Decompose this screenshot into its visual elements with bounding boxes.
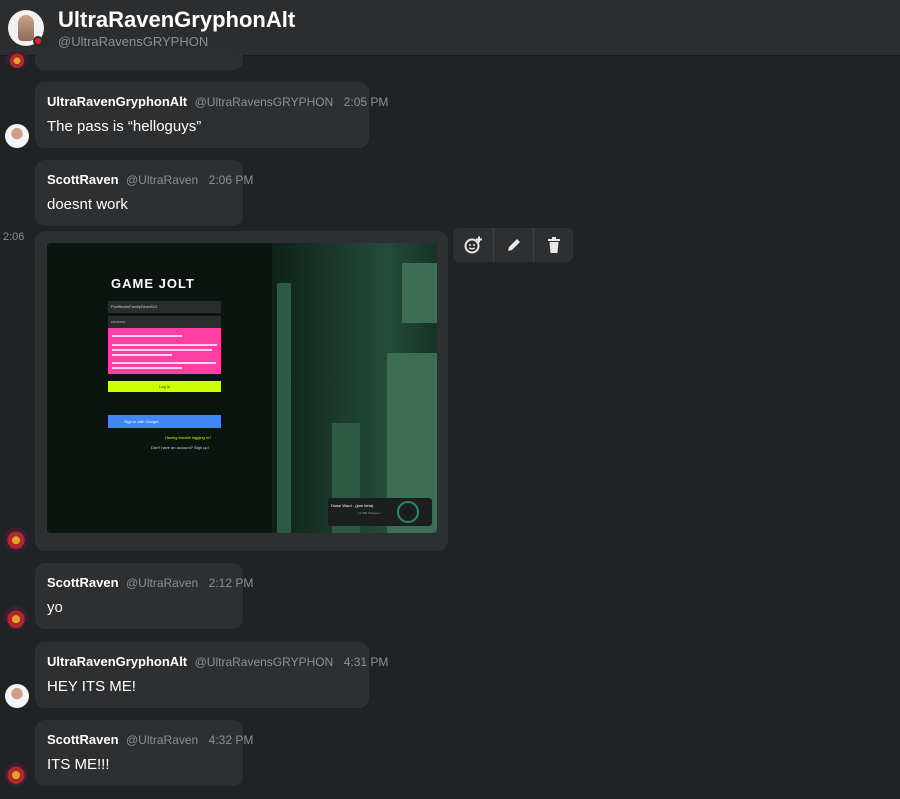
add-reaction-icon xyxy=(464,236,482,254)
message-text: doesnt work xyxy=(47,196,128,213)
avatar[interactable] xyxy=(5,124,29,148)
trash-icon xyxy=(547,237,560,253)
message-handle: @UltraRaven xyxy=(125,173,199,187)
message-time: 4:31 PM xyxy=(343,655,389,669)
avatar[interactable] xyxy=(5,684,29,708)
game-jolt-logo: GAME JOLT xyxy=(111,276,195,291)
message-handle: @UltraRavensGRYPHON xyxy=(194,95,334,109)
message-handle: @UltraRavensGRYPHON xyxy=(194,655,334,669)
login-error-box xyxy=(108,328,221,374)
password-field: •••••••••• xyxy=(108,316,221,328)
avatar[interactable] xyxy=(5,52,29,68)
message-time: 2:12 PM xyxy=(208,576,254,590)
message-actions-toolbar xyxy=(453,228,573,262)
message-text: ITS ME!!! xyxy=(47,756,110,773)
message-hover-time: 2:06 xyxy=(3,231,25,243)
message-text: yo xyxy=(47,599,63,616)
message-bubble: UltraRavenGryphonAlt @UltraRavensGRYPHON… xyxy=(35,82,388,148)
username-field: FiveBearsFamilyDiner823 xyxy=(108,301,221,313)
status-indicator xyxy=(33,36,43,46)
message-handle: @UltraRaven xyxy=(125,576,199,590)
message-author[interactable]: ScottRaven xyxy=(47,172,119,187)
game-badge: Down Ward - (jam beta) 12,965 followers xyxy=(328,498,432,526)
game-badge-followers: 12,965 followers xyxy=(358,511,380,515)
add-reaction-button[interactable] xyxy=(453,228,493,262)
message-bubble: UltraRavenGryphonAlt @UltraRavensGRYPHON… xyxy=(35,642,388,708)
header-handle: @UltraRavensGRYPHON xyxy=(58,34,209,49)
header-username[interactable]: UltraRavenGryphonAlt xyxy=(58,7,295,33)
message-author[interactable]: ScottRaven xyxy=(47,575,119,590)
message-text: HEY ITS ME! xyxy=(47,678,136,695)
message-text: The pass is “helloguys” xyxy=(47,118,202,135)
trouble-link: Having trouble logging in? xyxy=(165,435,212,440)
message-bubble: ScottRaven @UltraRaven 4:32 PM ITS ME!!! xyxy=(35,720,253,786)
message-bubble: ScottRaven @UltraRaven 2:06 PM doesnt wo… xyxy=(35,160,253,226)
game-logo-icon xyxy=(397,501,419,523)
game-scene xyxy=(272,243,437,533)
message-author[interactable]: UltraRavenGryphonAlt xyxy=(47,654,187,669)
attached-screenshot[interactable]: GAME JOLT FiveBearsFamilyDiner823 ••••••… xyxy=(47,243,437,533)
google-signin-button: Sign in with Google xyxy=(108,415,221,428)
avatar[interactable] xyxy=(4,762,28,786)
message-bubble: ScottRaven @UltraRaven 2:12 PM yo xyxy=(35,563,253,629)
edit-message-button[interactable] xyxy=(493,228,533,262)
signup-link: Don't have an account? Sign up! xyxy=(151,445,209,450)
message-author[interactable]: ScottRaven xyxy=(47,732,119,747)
delete-message-button[interactable] xyxy=(533,228,573,262)
avatar[interactable] xyxy=(4,606,28,630)
previous-message-bubble xyxy=(35,48,243,70)
message-time: 2:05 PM xyxy=(343,95,389,109)
login-button: Log in xyxy=(108,381,221,392)
avatar[interactable] xyxy=(4,527,28,551)
message-handle: @UltraRaven xyxy=(125,733,199,747)
game-badge-title: Down Ward - (jam beta) xyxy=(331,503,374,508)
message-time: 4:32 PM xyxy=(208,733,254,747)
pencil-icon xyxy=(507,239,520,251)
message-author[interactable]: UltraRavenGryphonAlt xyxy=(47,94,187,109)
message-time: 2:06 PM xyxy=(208,173,254,187)
